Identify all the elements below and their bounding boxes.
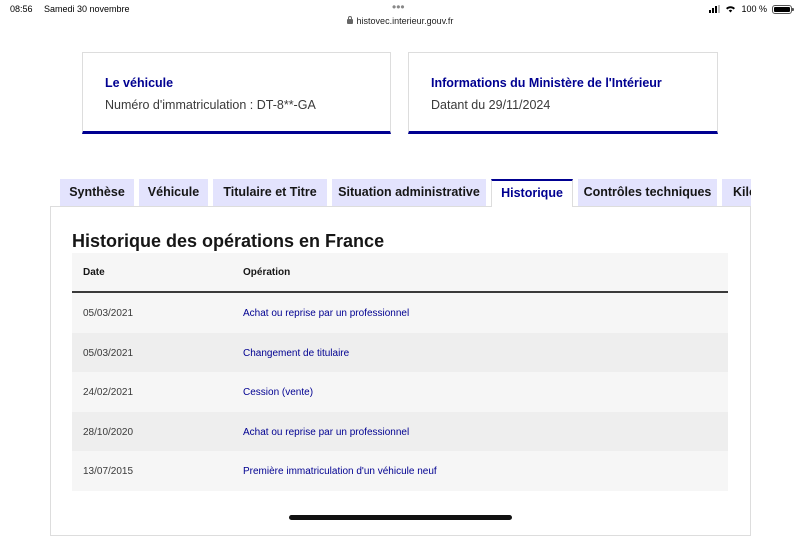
section-title: Historique des opérations en France: [72, 231, 385, 251]
table-row: 24/02/2021 Cession (vente): [72, 372, 728, 412]
table-row: 05/03/2021 Achat ou reprise par un profe…: [72, 293, 728, 333]
column-operation: Opération: [243, 267, 291, 278]
table-row: 28/10/2020 Achat ou reprise par un profe…: [72, 411, 728, 451]
address-bar[interactable]: histovec.interieur.gouv.fr: [0, 16, 800, 26]
ministry-card-title: Informations du Ministère de l'Intérieur: [431, 76, 662, 90]
table-row: 13/07/2015 Première immatriculation d'un…: [72, 451, 728, 491]
tab-synthese[interactable]: Synthèse: [60, 179, 134, 206]
ministry-card: Informations du Ministère de l'Intérieur…: [408, 52, 718, 134]
status-indicators: 100 %: [709, 4, 794, 14]
row-date: 24/02/2021: [83, 387, 134, 398]
vehicle-card: Le véhicule Numéro d'immatriculation : D…: [82, 52, 391, 134]
ministry-card-date: Datant du 29/11/2024: [431, 98, 551, 112]
row-date: 05/03/2021: [83, 308, 134, 319]
battery-percent: 100 %: [741, 4, 767, 14]
home-indicator[interactable]: [289, 515, 512, 520]
column-date: Date: [83, 267, 105, 278]
tab-kilometrage[interactable]: Kilométrage: [722, 179, 751, 206]
tab-controles-techniques[interactable]: Contrôles techniques: [578, 179, 717, 206]
status-date: Samedi 30 novembre: [44, 4, 130, 14]
row-operation-link[interactable]: Achat ou reprise par un professionnel: [243, 308, 409, 319]
row-operation-link[interactable]: Changement de titulaire: [243, 348, 349, 359]
more-options-icon[interactable]: •••: [392, 1, 405, 13]
tab-situation-administrative[interactable]: Situation administrative: [332, 179, 486, 206]
row-date: 13/07/2015: [83, 466, 134, 477]
vehicle-card-title: Le véhicule: [105, 76, 174, 90]
history-table: Date Opération 05/03/2021 Achat ou repri…: [72, 253, 728, 491]
status-time: 08:56: [10, 4, 33, 14]
row-date: 05/03/2021: [83, 347, 134, 359]
row-date: 28/10/2020: [83, 426, 134, 438]
wifi-icon: [726, 6, 736, 13]
cellular-signal-icon: [709, 5, 721, 13]
row-operation-link[interactable]: Première immatriculation d'un véhicule n…: [243, 466, 437, 477]
battery-icon: [772, 4, 794, 14]
table-header: Date Opération: [72, 253, 728, 293]
table-row: 05/03/2021 Changement de titulaire: [72, 332, 728, 372]
vehicle-card-plate: Numéro d'immatriculation : DT-8**-GA: [105, 98, 316, 112]
url-text: histovec.interieur.gouv.fr: [356, 16, 454, 26]
tab-vehicule[interactable]: Véhicule: [139, 179, 208, 206]
row-operation-link[interactable]: Achat ou reprise par un professionnel: [243, 427, 409, 438]
tab-titulaire-et-titre[interactable]: Titulaire et Titre: [213, 179, 327, 206]
tab-list: Synthèse Véhicule Titulaire et Titre Sit…: [60, 179, 751, 207]
row-operation-link[interactable]: Cession (vente): [243, 387, 313, 398]
tab-historique[interactable]: Historique: [491, 179, 573, 207]
lock-icon: [346, 16, 353, 24]
